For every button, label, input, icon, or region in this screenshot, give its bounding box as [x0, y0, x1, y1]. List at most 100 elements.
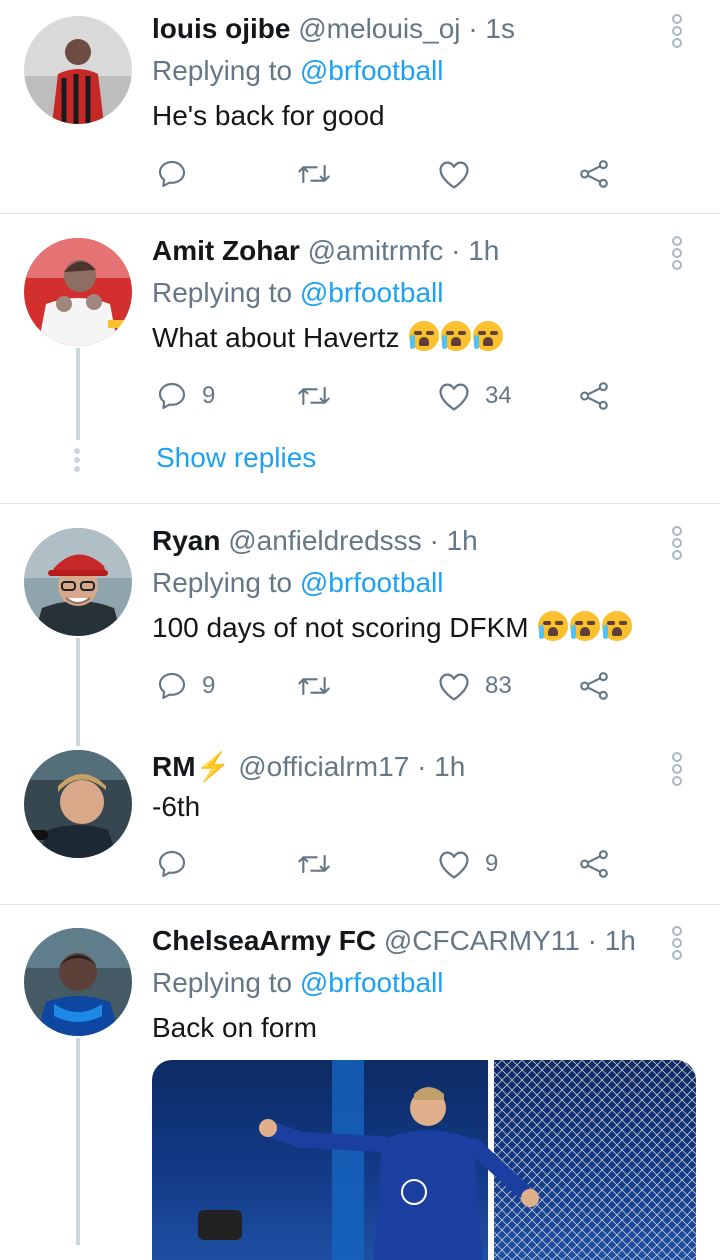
- display-name[interactable]: ChelseaArmy FC: [152, 925, 376, 956]
- thread-line: [76, 1038, 80, 1245]
- reply-icon: [158, 850, 186, 878]
- retweet-icon: [298, 676, 330, 696]
- thread-line: [76, 638, 80, 746]
- avatar[interactable]: [24, 528, 132, 636]
- like-icon: [439, 383, 469, 411]
- tweet-media-image[interactable]: [152, 1060, 696, 1260]
- tweet-text: He's back for good: [152, 100, 385, 131]
- avatar[interactable]: [24, 238, 132, 346]
- tweet-text: 100 days of not scoring DFKM: [152, 612, 529, 643]
- replying-to: Replying to @brfootball: [152, 54, 443, 88]
- replying-to: Replying to @brfootball: [152, 566, 443, 600]
- retweet-button[interactable]: [296, 670, 332, 702]
- retweet-icon: [298, 854, 330, 874]
- like-count: 83: [485, 672, 512, 699]
- replying-to-link[interactable]: @brfootball: [300, 55, 444, 86]
- more-icon[interactable]: [672, 236, 686, 272]
- crying-emoji: [538, 611, 569, 641]
- share-button[interactable]: [578, 670, 610, 702]
- share-icon: [580, 382, 608, 410]
- tweet-text-block: What about Havertz: [152, 321, 504, 355]
- share-icon: [580, 672, 608, 700]
- like-count: 9: [485, 850, 499, 877]
- more-icon[interactable]: [672, 14, 686, 50]
- replying-to-link[interactable]: @brfootball: [300, 967, 444, 998]
- replying-prefix: Replying to: [152, 967, 293, 998]
- replying-prefix: Replying to: [152, 277, 293, 308]
- tweet-header: Ryan @anfieldredsss · 1h: [152, 524, 478, 558]
- share-button[interactable]: [578, 380, 610, 412]
- like-button[interactable]: [437, 158, 471, 190]
- tweet-header: Amit Zohar @amitrmfc · 1h: [152, 234, 499, 268]
- reply-button[interactable]: [156, 848, 188, 880]
- user-handle[interactable]: @officialrm17: [238, 751, 409, 782]
- like-icon: [439, 161, 469, 189]
- lightning-emoji: ⚡: [195, 751, 231, 782]
- reply-icon: [158, 382, 186, 410]
- show-replies-link[interactable]: Show replies: [156, 442, 316, 474]
- tweet-header: RM⚡ @officialrm17 · 1h: [152, 750, 465, 784]
- retweet-button[interactable]: [296, 380, 332, 412]
- crying-emoji: [570, 611, 601, 641]
- user-handle[interactable]: @CFCARMY11: [384, 925, 580, 956]
- retweet-button[interactable]: [296, 848, 332, 880]
- tweet-text: -6th: [152, 791, 201, 822]
- more-icon[interactable]: [672, 526, 686, 562]
- reply-count: 9: [202, 382, 216, 409]
- timestamp[interactable]: · 1h: [417, 751, 465, 782]
- reply-button[interactable]: 9: [156, 670, 215, 702]
- replying-to: Replying to @brfootball: [152, 966, 443, 1000]
- user-handle[interactable]: @melouis_oj: [298, 13, 460, 44]
- timestamp[interactable]: · 1h: [588, 925, 636, 956]
- tweet-text: What about Havertz: [152, 322, 400, 353]
- share-icon: [580, 850, 608, 878]
- user-handle[interactable]: @anfieldredsss: [228, 525, 421, 556]
- timestamp[interactable]: · 1h: [429, 525, 477, 556]
- tweet-header: louis ojibe @melouis_oj · 1s: [152, 12, 515, 46]
- share-button[interactable]: [578, 158, 610, 190]
- crying-emoji: [473, 321, 504, 351]
- display-name[interactable]: RM: [152, 751, 196, 782]
- replying-prefix: Replying to: [152, 55, 293, 86]
- like-button[interactable]: 9: [437, 848, 498, 880]
- avatar[interactable]: [24, 928, 132, 1036]
- timestamp[interactable]: · 1s: [468, 13, 515, 44]
- avatar[interactable]: [24, 16, 132, 124]
- retweet-button[interactable]: [296, 158, 332, 190]
- tweet-text: Back on form: [152, 1012, 317, 1043]
- reply-icon: [158, 160, 186, 188]
- reply-button[interactable]: 9: [156, 380, 215, 412]
- thread-dots: [74, 448, 80, 475]
- timestamp[interactable]: · 1h: [451, 235, 499, 266]
- like-button[interactable]: 83: [437, 670, 512, 702]
- like-count: 34: [485, 382, 512, 409]
- share-button[interactable]: [578, 848, 610, 880]
- share-icon: [580, 160, 608, 188]
- thread-line: [76, 348, 80, 440]
- tweet-text-block: 100 days of not scoring DFKM: [152, 611, 633, 645]
- like-icon: [439, 673, 469, 701]
- replying-to-link[interactable]: @brfootball: [300, 567, 444, 598]
- reply-icon: [158, 672, 186, 700]
- crying-emoji: [409, 321, 440, 351]
- divider: [0, 503, 720, 504]
- crying-emoji: [602, 611, 633, 641]
- avatar[interactable]: [24, 750, 132, 858]
- crying-emoji: [441, 321, 472, 351]
- tweet-header: ChelseaArmy FC @CFCARMY11 · 1h: [152, 924, 636, 958]
- more-icon[interactable]: [672, 926, 686, 962]
- display-name[interactable]: Amit Zohar: [152, 235, 300, 266]
- user-handle[interactable]: @amitrmfc: [308, 235, 444, 266]
- like-button[interactable]: 34: [437, 380, 512, 412]
- retweet-icon: [298, 386, 330, 406]
- divider: [0, 904, 720, 905]
- like-icon: [439, 851, 469, 879]
- reply-count: 9: [202, 672, 216, 699]
- more-icon[interactable]: [672, 752, 686, 788]
- retweet-icon: [298, 164, 330, 184]
- display-name[interactable]: Ryan: [152, 525, 220, 556]
- reply-button[interactable]: [156, 158, 188, 190]
- replying-prefix: Replying to: [152, 567, 293, 598]
- replying-to-link[interactable]: @brfootball: [300, 277, 444, 308]
- display-name[interactable]: louis ojibe: [152, 13, 290, 44]
